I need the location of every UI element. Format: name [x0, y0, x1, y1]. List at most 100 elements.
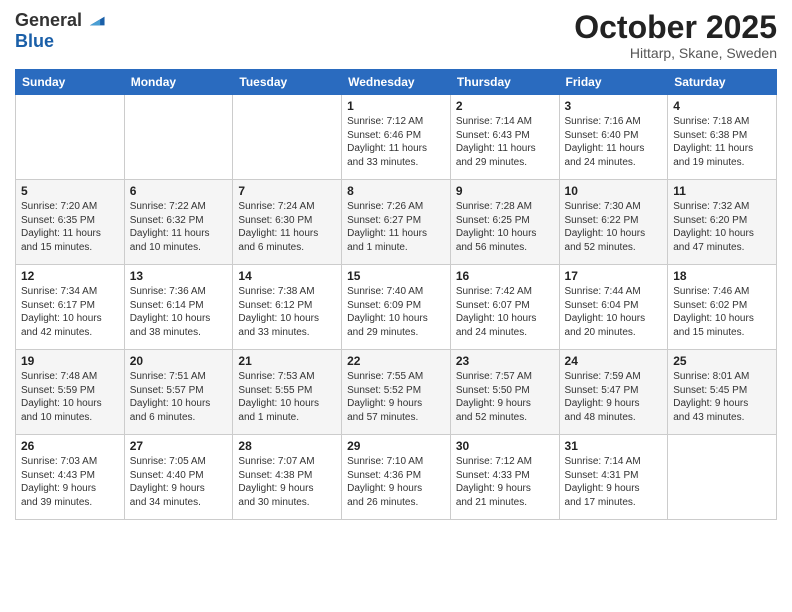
month-title: October 2025	[574, 10, 777, 45]
day-info: Sunrise: 7:03 AM Sunset: 4:43 PM Dayligh…	[21, 455, 119, 509]
calendar-cell: 11 Sunrise: 7:32 AM Sunset: 6:20 PM Dayli…	[668, 180, 777, 265]
weekday-header-friday: Friday	[559, 70, 668, 95]
weekday-header-thursday: Thursday	[450, 70, 559, 95]
day-number: 17	[565, 269, 663, 283]
day-info: Sunrise: 7:07 AM Sunset: 4:38 PM Dayligh…	[238, 455, 336, 509]
weekday-header-tuesday: Tuesday	[233, 70, 342, 95]
calendar-cell: 7 Sunrise: 7:24 AM Sunset: 6:30 PM Daylig…	[233, 180, 342, 265]
logo: General Blue	[15, 10, 106, 52]
logo-icon	[84, 10, 106, 32]
day-info: Sunrise: 7:42 AM Sunset: 6:07 PM Dayligh…	[456, 285, 554, 339]
day-info: Sunrise: 7:44 AM Sunset: 6:04 PM Dayligh…	[565, 285, 663, 339]
calendar-cell: 18 Sunrise: 7:46 AM Sunset: 6:02 PM Dayli…	[668, 265, 777, 350]
day-info: Sunrise: 7:05 AM Sunset: 4:40 PM Dayligh…	[130, 455, 228, 509]
calendar-cell	[16, 95, 125, 180]
week-row-2: 12Sunrise: 7:34 AM Sunset: 6:17 PM Dayli…	[16, 265, 777, 350]
day-info: Sunrise: 7:12 AM Sunset: 4:33 PM Dayligh…	[456, 455, 554, 509]
calendar-cell: 30 Sunrise: 7:12 AM Sunset: 4:33 PM Dayli…	[450, 435, 559, 520]
day-number: 22	[347, 354, 445, 368]
day-number: 4	[673, 99, 771, 113]
day-number: 11	[673, 184, 771, 198]
day-number: 8	[347, 184, 445, 198]
day-number: 24	[565, 354, 663, 368]
calendar-cell: 10 Sunrise: 7:30 AM Sunset: 6:22 PM Dayli…	[559, 180, 668, 265]
calendar-cell: 23 Sunrise: 7:57 AM Sunset: 5:50 PM Dayli…	[450, 350, 559, 435]
day-number: 29	[347, 439, 445, 453]
day-info: Sunrise: 7:24 AM Sunset: 6:30 PM Dayligh…	[238, 200, 336, 254]
calendar-cell: 17 Sunrise: 7:44 AM Sunset: 6:04 PM Dayli…	[559, 265, 668, 350]
day-info: Sunrise: 7:53 AM Sunset: 5:55 PM Dayligh…	[238, 370, 336, 424]
day-number: 1	[347, 99, 445, 113]
calendar-cell: 9 Sunrise: 7:28 AM Sunset: 6:25 PM Daylig…	[450, 180, 559, 265]
day-number: 27	[130, 439, 228, 453]
day-info: Sunrise: 7:30 AM Sunset: 6:22 PM Dayligh…	[565, 200, 663, 254]
day-number: 19	[21, 354, 119, 368]
day-info: Sunrise: 7:18 AM Sunset: 6:38 PM Dayligh…	[673, 115, 771, 169]
page: General Blue October 2025 Hittarp, Skane…	[0, 0, 792, 612]
day-number: 6	[130, 184, 228, 198]
day-info: Sunrise: 7:57 AM Sunset: 5:50 PM Dayligh…	[456, 370, 554, 424]
day-info: Sunrise: 7:38 AM Sunset: 6:12 PM Dayligh…	[238, 285, 336, 339]
calendar-cell: 25Sunrise: 8:01 AM Sunset: 5:45 PM Dayli…	[668, 350, 777, 435]
day-info: Sunrise: 7:26 AM Sunset: 6:27 PM Dayligh…	[347, 200, 445, 254]
day-info: Sunrise: 7:16 AM Sunset: 6:40 PM Dayligh…	[565, 115, 663, 169]
day-info: Sunrise: 7:12 AM Sunset: 6:46 PM Dayligh…	[347, 115, 445, 169]
calendar-cell	[233, 95, 342, 180]
day-number: 21	[238, 354, 336, 368]
day-number: 28	[238, 439, 336, 453]
day-number: 9	[456, 184, 554, 198]
day-number: 14	[238, 269, 336, 283]
week-row-1: 5 Sunrise: 7:20 AM Sunset: 6:35 PM Daylig…	[16, 180, 777, 265]
logo-general-text: General	[15, 11, 82, 31]
day-info: Sunrise: 7:51 AM Sunset: 5:57 PM Dayligh…	[130, 370, 228, 424]
day-number: 5	[21, 184, 119, 198]
location: Hittarp, Skane, Sweden	[574, 45, 777, 61]
day-number: 20	[130, 354, 228, 368]
calendar-cell: 20 Sunrise: 7:51 AM Sunset: 5:57 PM Dayli…	[124, 350, 233, 435]
weekday-header-saturday: Saturday	[668, 70, 777, 95]
day-number: 18	[673, 269, 771, 283]
calendar-cell: 4 Sunrise: 7:18 AM Sunset: 6:38 PM Daylig…	[668, 95, 777, 180]
day-number: 31	[565, 439, 663, 453]
day-info: Sunrise: 7:20 AM Sunset: 6:35 PM Dayligh…	[21, 200, 119, 254]
day-number: 7	[238, 184, 336, 198]
calendar-cell: 31 Sunrise: 7:14 AM Sunset: 4:31 PM Dayli…	[559, 435, 668, 520]
day-info: Sunrise: 7:32 AM Sunset: 6:20 PM Dayligh…	[673, 200, 771, 254]
week-row-3: 19Sunrise: 7:48 AM Sunset: 5:59 PM Dayli…	[16, 350, 777, 435]
calendar-cell: 13Sunrise: 7:36 AM Sunset: 6:14 PM Dayli…	[124, 265, 233, 350]
calendar-cell: 22 Sunrise: 7:55 AM Sunset: 5:52 PM Dayli…	[342, 350, 451, 435]
day-info: Sunrise: 7:34 AM Sunset: 6:17 PM Dayligh…	[21, 285, 119, 339]
logo-blue-text: Blue	[15, 32, 106, 52]
day-info: Sunrise: 7:28 AM Sunset: 6:25 PM Dayligh…	[456, 200, 554, 254]
calendar-cell: 29Sunrise: 7:10 AM Sunset: 4:36 PM Dayli…	[342, 435, 451, 520]
calendar-cell: 8 Sunrise: 7:26 AM Sunset: 6:27 PM Daylig…	[342, 180, 451, 265]
day-info: Sunrise: 7:40 AM Sunset: 6:09 PM Dayligh…	[347, 285, 445, 339]
week-row-0: 1 Sunrise: 7:12 AM Sunset: 6:46 PM Daylig…	[16, 95, 777, 180]
calendar-cell: 27 Sunrise: 7:05 AM Sunset: 4:40 PM Dayli…	[124, 435, 233, 520]
day-info: Sunrise: 8:01 AM Sunset: 5:45 PM Dayligh…	[673, 370, 771, 424]
day-number: 30	[456, 439, 554, 453]
calendar-cell: 5 Sunrise: 7:20 AM Sunset: 6:35 PM Daylig…	[16, 180, 125, 265]
day-info: Sunrise: 7:14 AM Sunset: 4:31 PM Dayligh…	[565, 455, 663, 509]
day-number: 16	[456, 269, 554, 283]
calendar-cell: 14 Sunrise: 7:38 AM Sunset: 6:12 PM Dayli…	[233, 265, 342, 350]
day-info: Sunrise: 7:14 AM Sunset: 6:43 PM Dayligh…	[456, 115, 554, 169]
calendar-cell: 19Sunrise: 7:48 AM Sunset: 5:59 PM Dayli…	[16, 350, 125, 435]
calendar-cell: 15Sunrise: 7:40 AM Sunset: 6:09 PM Dayli…	[342, 265, 451, 350]
title-block: October 2025 Hittarp, Skane, Sweden	[574, 10, 777, 61]
day-number: 2	[456, 99, 554, 113]
weekday-header-wednesday: Wednesday	[342, 70, 451, 95]
day-number: 10	[565, 184, 663, 198]
day-info: Sunrise: 7:46 AM Sunset: 6:02 PM Dayligh…	[673, 285, 771, 339]
day-info: Sunrise: 7:55 AM Sunset: 5:52 PM Dayligh…	[347, 370, 445, 424]
day-info: Sunrise: 7:59 AM Sunset: 5:47 PM Dayligh…	[565, 370, 663, 424]
calendar-cell: 6Sunrise: 7:22 AM Sunset: 6:32 PM Daylig…	[124, 180, 233, 265]
calendar-cell: 12Sunrise: 7:34 AM Sunset: 6:17 PM Dayli…	[16, 265, 125, 350]
calendar-cell: 26Sunrise: 7:03 AM Sunset: 4:43 PM Dayli…	[16, 435, 125, 520]
day-number: 3	[565, 99, 663, 113]
day-number: 23	[456, 354, 554, 368]
weekday-header-sunday: Sunday	[16, 70, 125, 95]
calendar-cell: 28 Sunrise: 7:07 AM Sunset: 4:38 PM Dayli…	[233, 435, 342, 520]
day-info: Sunrise: 7:36 AM Sunset: 6:14 PM Dayligh…	[130, 285, 228, 339]
header: General Blue October 2025 Hittarp, Skane…	[15, 10, 777, 61]
